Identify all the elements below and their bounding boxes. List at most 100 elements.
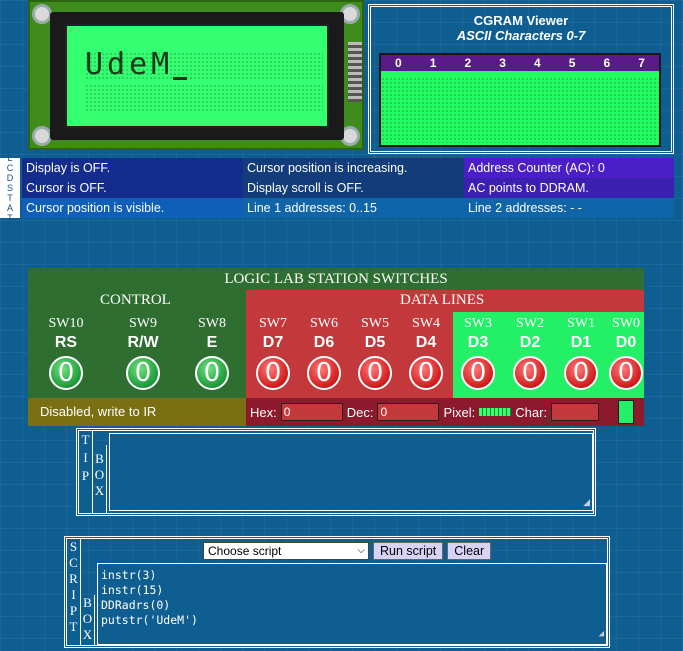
hex-input[interactable]	[280, 403, 343, 421]
cgram-col-0: 0	[395, 56, 402, 70]
status-ac-target: AC points to DDRAM.	[464, 178, 674, 198]
cgram-grid: 0 1 2 3 4 5 6 7	[379, 53, 661, 147]
script-letter: I	[71, 587, 76, 602]
script-letter: P	[69, 603, 78, 618]
control-section: CONTROL SW10 RS 0 SW9 R/W 0 SW8 E 0	[28, 290, 246, 398]
dec-label: Dec:	[346, 404, 374, 420]
switch-signal: D3	[467, 334, 489, 351]
switch-toggle-d6[interactable]: 0	[307, 356, 341, 390]
script-select[interactable]: Choose script ⌵	[203, 542, 369, 560]
switch-name: SW0	[612, 316, 640, 331]
mount-hole	[32, 4, 52, 24]
status-line2-addresses: Line 2 addresses: - -	[464, 198, 674, 218]
switch-sw8: SW8 E 0	[186, 316, 238, 390]
tip-letter: T	[81, 432, 90, 447]
lcd-stat-label: L C D S T A T	[0, 153, 20, 223]
box-letter: X	[94, 483, 105, 498]
stat-letter: L	[7, 153, 13, 163]
status-display: Display is OFF.	[22, 158, 243, 178]
script-select-value: Choose script	[208, 544, 282, 558]
tip-textarea[interactable]: ◢	[109, 433, 593, 511]
status-address-counter: Address Counter (AC): 0	[464, 158, 674, 178]
chevron-down-icon: ⌵	[357, 545, 365, 556]
box-label: B O X	[81, 595, 95, 645]
switch-toggle-d1[interactable]: 0	[564, 356, 598, 390]
switch-toggle-d4[interactable]: 0	[409, 356, 443, 390]
switch-toggle-rs[interactable]: 0	[49, 356, 83, 390]
switch-sw7: SW7 D7 0	[247, 316, 299, 390]
cgram-header: 0 1 2 3 4 5 6 7	[381, 55, 659, 71]
switch-sw6: SW6 D6 0	[298, 316, 350, 390]
lcd-frame: UdeM	[50, 12, 344, 140]
status-cursor-visible: Cursor position is visible.	[22, 198, 243, 218]
lcd-dot-matrix-line2	[85, 84, 323, 112]
resize-grip-icon[interactable]: ◢	[599, 627, 604, 642]
cgram-col-4: 4	[534, 56, 541, 70]
switch-name: SW9	[129, 316, 157, 331]
cgram-col-7: 7	[638, 56, 645, 70]
tip-letter: P	[81, 468, 90, 483]
lcd-screen: UdeM	[65, 24, 329, 128]
stat-letter: T	[7, 213, 13, 223]
cgram-col-1: 1	[429, 56, 437, 70]
switch-toggle-d5[interactable]: 0	[358, 356, 392, 390]
script-box: S C R I P T B O X Choose script ⌵ Run sc…	[64, 536, 610, 648]
lcd-cursor	[173, 77, 188, 80]
switch-name: SW2	[516, 316, 544, 331]
switch-sw0: SW0 D0 0	[600, 316, 652, 390]
switch-signal: R/W	[127, 334, 159, 351]
script-line: putstr('UdeM')	[101, 613, 198, 627]
switch-toggle-rw[interactable]: 0	[126, 356, 160, 390]
resize-grip-icon[interactable]: ◢	[583, 497, 590, 508]
dec-input[interactable]	[377, 403, 440, 421]
box-letter: B	[95, 451, 104, 466]
control-label: CONTROL	[100, 292, 171, 308]
char-preview	[618, 400, 634, 424]
script-letter: S	[69, 539, 78, 554]
switch-toggle-d7[interactable]: 0	[256, 356, 290, 390]
pixel-preview	[479, 408, 512, 416]
stat-letter: S	[6, 183, 13, 193]
status-cursor: Cursor is OFF.	[22, 178, 243, 198]
stat-letter: D	[6, 173, 14, 183]
script-label: S C R I P T	[67, 539, 81, 645]
script-line: instr(15)	[101, 583, 164, 597]
switch-name: SW8	[198, 316, 226, 331]
status-display-scroll: Display scroll is OFF.	[243, 178, 464, 198]
script-textarea[interactable]: instr(3) instr(15) DDRadrs(0) putstr('Ud…	[97, 563, 607, 645]
switch-toggle-d0[interactable]: 0	[609, 356, 643, 390]
switch-sw10: SW10 RS 0	[40, 316, 92, 390]
clear-button[interactable]: Clear	[447, 542, 492, 560]
box-letter: B	[83, 595, 92, 610]
switch-toggle-e[interactable]: 0	[195, 356, 229, 390]
cgram-title: CGRAM Viewer	[473, 13, 569, 28]
run-script-button[interactable]: Run script	[373, 542, 444, 560]
switch-sw3: SW3 D3 0	[452, 316, 504, 390]
switch-signal: D5	[364, 334, 386, 351]
switch-signal: D4	[415, 334, 437, 351]
switch-signal: E	[206, 334, 218, 351]
script-letter: R	[69, 571, 78, 586]
char-input[interactable]	[551, 403, 600, 421]
switch-sw4: SW4 D4 0	[400, 316, 452, 390]
switch-panel: LOGIC LAB STATION SWITCHES CONTROL SW10 …	[28, 268, 644, 426]
switch-sw2: SW2 D2 0	[504, 316, 556, 390]
box-label: B O X	[93, 445, 107, 513]
script-line: instr(3)	[101, 568, 157, 582]
switch-name: SW6	[310, 316, 338, 331]
switch-toggle-d2[interactable]: 0	[513, 356, 547, 390]
cgram-subtitle: ASCII Characters 0-7	[456, 28, 586, 43]
lcd-line-1: UdeM	[85, 50, 188, 80]
stat-letter: C	[6, 163, 14, 173]
char-label: Char:	[515, 404, 548, 420]
switch-toggle-d3[interactable]: 0	[461, 356, 495, 390]
switch-signal: D6	[313, 334, 335, 351]
switch-name: SW7	[259, 316, 287, 331]
mode-status: Disabled, write to IR	[28, 398, 246, 426]
box-letter: O	[82, 611, 93, 626]
switch-name: SW10	[48, 316, 84, 331]
switch-name: SW5	[361, 316, 389, 331]
cgram-col-6: 6	[603, 56, 611, 70]
switch-sw5: SW5 D5 0	[349, 316, 401, 390]
switch-signal: RS	[54, 334, 78, 351]
